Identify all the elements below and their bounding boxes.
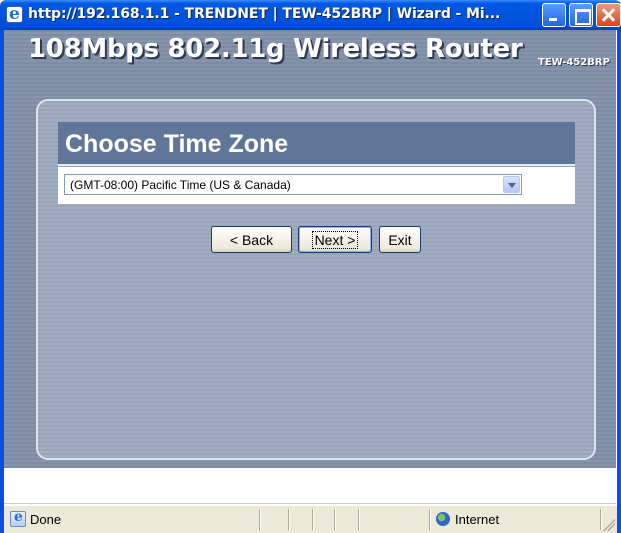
chevron-down-icon[interactable]	[503, 176, 520, 193]
next-button-label: Next >	[311, 230, 359, 249]
back-button[interactable]: < Back	[211, 226, 292, 253]
timezone-selected-value: (GMT-08:00) Pacific Time (US & Canada)	[70, 178, 291, 192]
status-text: Done	[30, 512, 62, 527]
next-button[interactable]: Next >	[298, 226, 372, 253]
status-divider	[334, 509, 336, 530]
window-title: http://192.168.1.1 - TRENDNET | TEW-452B…	[28, 6, 501, 22]
status-divider	[259, 509, 261, 530]
maximize-icon[interactable]	[569, 3, 593, 27]
window-frame-right	[617, 30, 621, 533]
internet-globe-icon	[436, 512, 450, 526]
status-divider	[429, 509, 431, 530]
status-divider	[312, 509, 314, 530]
page-done-icon	[10, 509, 26, 527]
ie-page-icon	[6, 4, 23, 24]
security-zone-label: Internet	[455, 512, 500, 527]
minimize-icon[interactable]	[542, 3, 566, 27]
window-titlebar[interactable]: http://192.168.1.1 - TRENDNET | TEW-452B…	[0, 0, 621, 30]
back-button-label: < Back	[229, 231, 274, 248]
status-bar: Done Internet	[4, 505, 617, 533]
section-header: Choose Time Zone	[58, 122, 575, 166]
section-title: Choose Time Zone	[65, 130, 289, 158]
page-blank-area	[4, 468, 616, 504]
status-divider	[288, 509, 290, 530]
product-title: 108Mbps 802.11g Wireless Router	[28, 34, 523, 64]
status-divider	[358, 509, 360, 530]
exit-button[interactable]: Exit	[379, 226, 421, 253]
status-divider	[600, 509, 602, 530]
timezone-row: (GMT-08:00) Pacific Time (US & Canada)	[58, 167, 575, 204]
close-icon[interactable]	[596, 3, 621, 27]
model-label: TEW-452BRP	[538, 57, 610, 68]
resize-grip-icon[interactable]	[603, 519, 615, 531]
exit-button-label: Exit	[388, 231, 412, 248]
timezone-select[interactable]: (GMT-08:00) Pacific Time (US & Canada)	[64, 174, 522, 195]
